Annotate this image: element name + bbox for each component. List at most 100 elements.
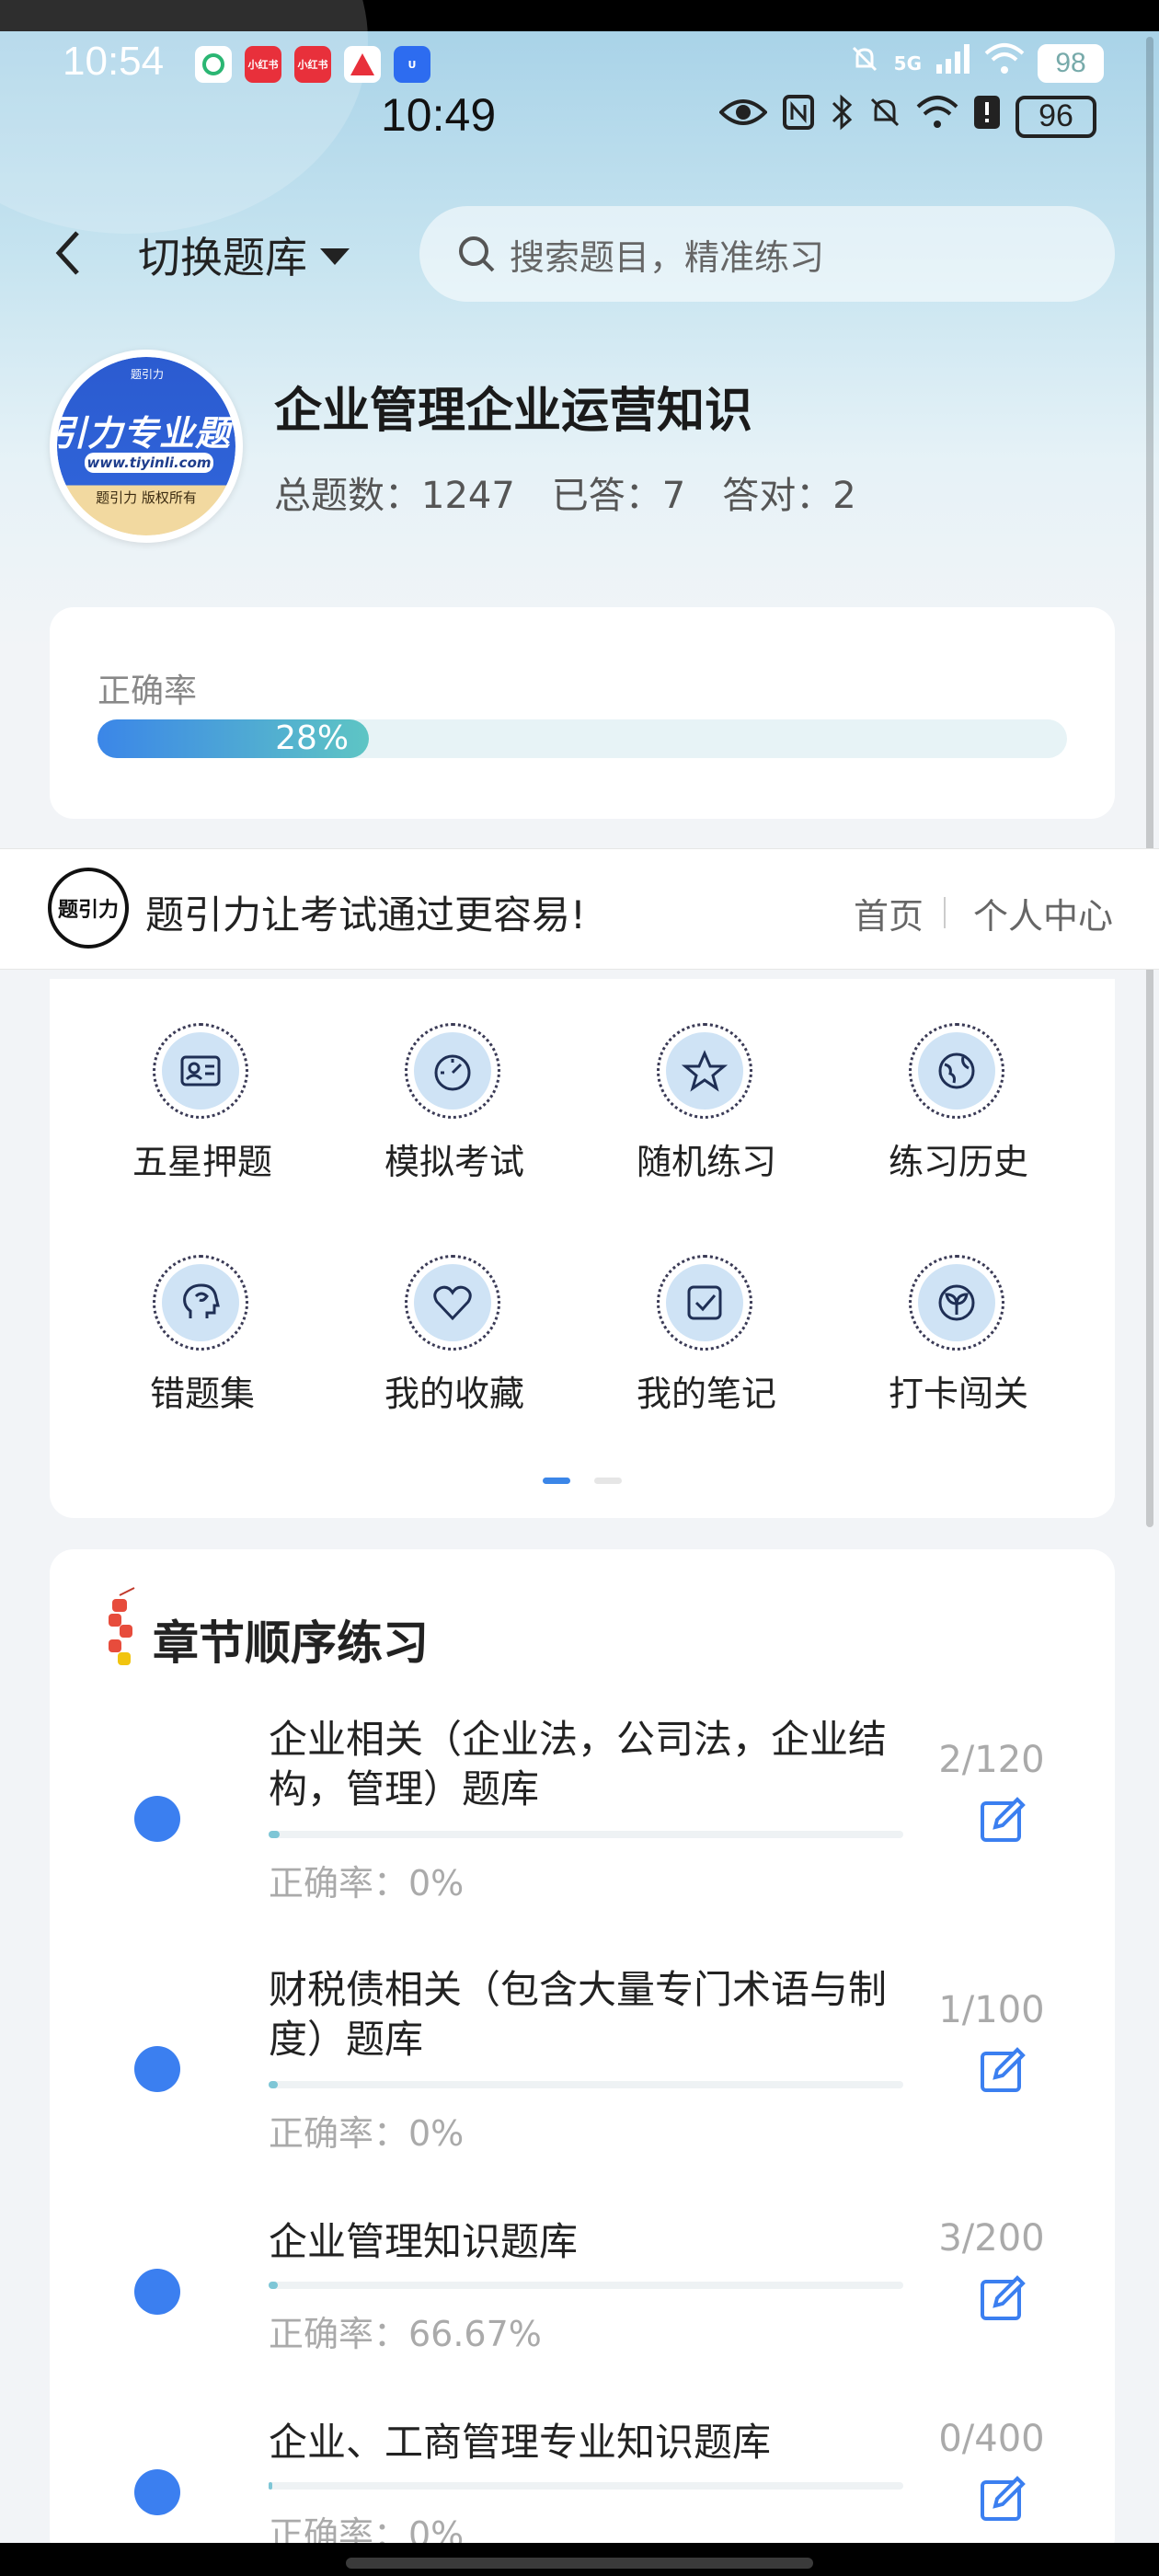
accuracy-value: 28% <box>275 719 350 757</box>
feature-label: 我的收藏 <box>384 1374 524 1414</box>
logo-copyright: 题引力 版权所有 <box>96 489 197 506</box>
promo-banner: 题引力 题引力让考试通过更容易! 首页 个人中心 <box>0 848 1159 970</box>
page-indicator-active[interactable] <box>543 1478 570 1484</box>
feature-label: 我的笔记 <box>636 1374 776 1414</box>
chapter-progress-fill <box>269 2282 279 2289</box>
chapter-accuracy: 正确率：0% <box>269 2113 465 2154</box>
tiyinli-logo: 题引力 <box>48 868 129 949</box>
heart-icon <box>433 1285 472 1321</box>
home-indicator[interactable] <box>346 2558 813 2569</box>
accuracy-bar-fill: 28% <box>98 719 370 758</box>
home-link[interactable]: 首页 <box>854 888 924 938</box>
battery-indicator: 98 <box>1038 43 1104 83</box>
speedometer-icon <box>434 1054 471 1091</box>
profile-link[interactable]: 个人中心 <box>973 888 1113 938</box>
chapter-bullet <box>134 2046 180 2092</box>
chapter-section-title: 章节顺序练习 <box>153 1616 429 1670</box>
chapter-progress <box>269 2282 903 2289</box>
u-app-icon: U <box>394 46 430 83</box>
chapter-bullet <box>134 1796 180 1842</box>
switch-bank-label: 切换题库 <box>138 233 307 282</box>
chapter-name: 财税债相关（包含大量专门术语与制度）题库 <box>269 1967 888 2062</box>
status-icons: 5G 98 <box>848 42 1104 84</box>
total-questions: 总题数：1247 <box>274 475 515 517</box>
feature-five-star[interactable]: 五星押题 <box>101 1023 304 1207</box>
notification-app-icons: 小红书 小红书 U <box>195 46 430 83</box>
feature-label: 练习历史 <box>888 1142 1028 1182</box>
chapter-count: 2/120 <box>938 1739 1045 1781</box>
nfc-icon <box>782 94 815 139</box>
banner-slogan: 题引力让考试通过更容易! <box>145 892 586 937</box>
mute-icon-inner <box>868 94 901 139</box>
logo-badge: 题引力 <box>130 368 164 381</box>
eye-icon <box>718 94 768 139</box>
wifi-icon-inner <box>916 94 958 139</box>
feature-favorites[interactable]: 我的收藏 <box>353 1255 556 1439</box>
wifi-icon <box>984 42 1025 84</box>
scrollbar[interactable] <box>1146 37 1153 1527</box>
feature-notes[interactable]: 我的笔记 <box>605 1255 808 1439</box>
edit-icon[interactable] <box>979 1794 1030 1846</box>
search-bar[interactable]: 搜索题目，精准练习 <box>419 206 1115 302</box>
feature-label: 随机练习 <box>636 1142 776 1182</box>
search-placeholder: 搜索题目，精准练习 <box>510 236 825 278</box>
bank-stats: 总题数：1247 已答：7 答对：2 <box>274 466 856 519</box>
back-button[interactable] <box>50 221 94 285</box>
chapter-count: 1/100 <box>938 1989 1045 2031</box>
chat-app-icon <box>195 46 232 83</box>
bank-title: 企业管理企业运营知识 <box>274 384 753 439</box>
chapter-accuracy: 正确率：0% <box>269 1863 465 1903</box>
switch-bank-button[interactable]: 切换题库 <box>138 224 350 285</box>
head-icon <box>183 1283 220 1318</box>
chapter-progress <box>269 1831 903 1838</box>
id-card-icon <box>180 1055 221 1087</box>
feature-label: 错题集 <box>149 1374 255 1414</box>
chapter-progress-fill <box>269 1831 280 1838</box>
feature-label: 打卡闯关 <box>888 1374 1028 1414</box>
chapter-name: 企业管理知识题库 <box>269 2219 579 2264</box>
edit-icon[interactable] <box>979 2272 1030 2324</box>
feature-label: 五星押题 <box>132 1142 272 1182</box>
chapter-name: 企业、工商管理专业知识题库 <box>269 2420 772 2465</box>
page-indicator[interactable] <box>594 1478 622 1484</box>
feature-label: 模拟考试 <box>384 1142 524 1182</box>
edit-icon[interactable] <box>979 2044 1030 2096</box>
feature-wrong-questions[interactable]: 错题集 <box>101 1255 304 1439</box>
status-time: 10:54 <box>63 39 165 84</box>
chapter-progress-fill <box>269 2482 272 2490</box>
search-icon <box>459 236 495 272</box>
chapter-accuracy: 正确率：66.67% <box>269 2314 542 2354</box>
chapter-count: 3/200 <box>938 2217 1045 2260</box>
triangle-app-icon <box>344 46 381 83</box>
inner-battery-indicator: 96 <box>1016 95 1096 138</box>
chevron-left-icon <box>55 231 79 275</box>
xiaohongshu-icon: 小红书 <box>245 46 281 83</box>
accuracy-bar: 28% <box>98 719 1067 758</box>
firecracker-icon <box>109 1587 135 1665</box>
feature-check-in[interactable]: 打卡闯关 <box>857 1255 1060 1439</box>
logo-url: www.tiyinli.com <box>85 453 213 473</box>
feature-history[interactable]: 练习历史 <box>857 1023 1060 1207</box>
chapter-bullet <box>134 2269 180 2315</box>
plant-icon <box>938 1284 975 1321</box>
accuracy-card: 正确率 28% <box>50 607 1115 819</box>
globe-icon <box>938 1052 975 1089</box>
mute-icon <box>848 42 881 84</box>
accuracy-label: 正确率 <box>98 673 198 710</box>
chapter-progress-fill <box>269 2081 278 2088</box>
inner-status-time: 10:49 <box>381 89 497 141</box>
chapter-progress <box>269 2081 903 2088</box>
xiaohongshu-icon-2: 小红书 <box>294 46 331 83</box>
feature-random-practice[interactable]: 随机练习 <box>605 1023 808 1207</box>
feature-mock-exam[interactable]: 模拟考试 <box>353 1023 556 1207</box>
chapter-name: 企业相关（企业法，公司法，企业结构，管理）题库 <box>269 1717 888 1811</box>
logo-main-text: 引力专业题 <box>52 413 232 454</box>
caret-down-icon <box>320 248 350 265</box>
app-status-bar: 10:49 96 <box>0 85 1159 149</box>
edit-icon[interactable] <box>979 2473 1030 2524</box>
inner-status-icons: 96 <box>718 94 1096 139</box>
divider <box>944 897 946 928</box>
chapter-practice-card: 章节顺序练习 企业相关（企业法，公司法，企业结构，管理）题库 正确率：0% 2/… <box>50 1549 1115 2561</box>
shuffle-star-icon <box>682 1050 728 1092</box>
chapter-bullet <box>134 2469 180 2515</box>
